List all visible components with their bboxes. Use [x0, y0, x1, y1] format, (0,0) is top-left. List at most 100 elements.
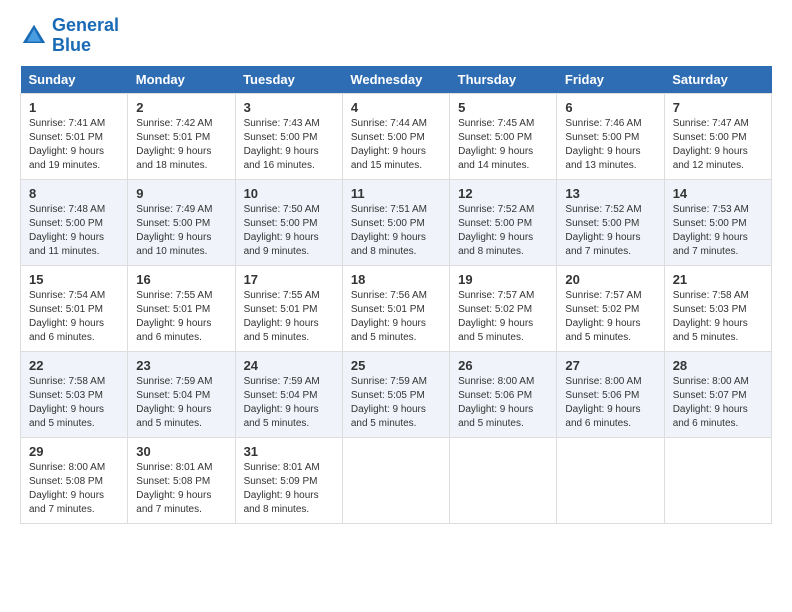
cell-info: Sunrise: 7:48 AMSunset: 5:00 PMDaylight:…	[29, 203, 119, 259]
cell-info: Sunrise: 7:45 AMSunset: 5:00 PMDaylight:…	[458, 117, 548, 173]
calendar-cell: 14 Sunrise: 7:53 AMSunset: 5:00 PMDayligh…	[664, 179, 771, 265]
calendar-week-row: 22 Sunrise: 7:58 AMSunset: 5:03 PMDayligh…	[21, 351, 772, 437]
day-number: 17	[244, 272, 334, 287]
day-number: 24	[244, 358, 334, 373]
calendar-cell: 11 Sunrise: 7:51 AMSunset: 5:00 PMDayligh…	[342, 179, 449, 265]
cell-info: Sunrise: 7:47 AMSunset: 5:00 PMDaylight:…	[673, 117, 763, 173]
day-number: 22	[29, 358, 119, 373]
day-number: 11	[351, 186, 441, 201]
cell-info: Sunrise: 7:57 AMSunset: 5:02 PMDaylight:…	[565, 289, 655, 345]
day-number: 16	[136, 272, 226, 287]
cell-info: Sunrise: 7:59 AMSunset: 5:05 PMDaylight:…	[351, 375, 441, 431]
calendar-cell: 16Sunrise: 7:55 AMSunset: 5:01 PMDayligh…	[128, 265, 235, 351]
day-number: 3	[244, 100, 334, 115]
day-number: 6	[565, 100, 655, 115]
cell-info: Sunrise: 7:51 AMSunset: 5:00 PMDaylight:…	[351, 203, 441, 259]
cell-info: Sunrise: 7:55 AMSunset: 5:01 PMDaylight:…	[244, 289, 334, 345]
day-number: 27	[565, 358, 655, 373]
day-number: 15	[29, 272, 119, 287]
cell-info: Sunrise: 8:00 AMSunset: 5:08 PMDaylight:…	[29, 461, 119, 517]
page-header: General Blue	[20, 16, 772, 56]
cell-info: Sunrise: 7:41 AMSunset: 5:01 PMDaylight:…	[29, 117, 119, 173]
header-row: SundayMondayTuesdayWednesdayThursdayFrid…	[21, 66, 772, 94]
day-number: 8	[29, 186, 119, 201]
calendar-cell: 23 Sunrise: 7:59 AMSunset: 5:04 PMDayligh…	[128, 351, 235, 437]
cell-info: Sunrise: 7:49 AMSunset: 5:00 PMDaylight:…	[136, 203, 226, 259]
calendar-week-row: 15 Sunrise: 7:54 AMSunset: 5:01 PMDayligh…	[21, 265, 772, 351]
calendar-week-row: 1 Sunrise: 7:41 AMSunset: 5:01 PMDaylight…	[21, 93, 772, 179]
cell-info: Sunrise: 7:52 AMSunset: 5:00 PMDaylight:…	[565, 203, 655, 259]
calendar-cell	[664, 437, 771, 523]
cell-info: Sunrise: 7:52 AMSunset: 5:00 PMDaylight:…	[458, 203, 548, 259]
cell-info: Sunrise: 7:57 AMSunset: 5:02 PMDaylight:…	[458, 289, 548, 345]
calendar-cell: 15 Sunrise: 7:54 AMSunset: 5:01 PMDayligh…	[21, 265, 128, 351]
calendar-cell	[450, 437, 557, 523]
day-number: 1	[29, 100, 119, 115]
calendar-cell: 30Sunrise: 8:01 AMSunset: 5:08 PMDayligh…	[128, 437, 235, 523]
day-number: 2	[136, 100, 226, 115]
cell-info: Sunrise: 7:46 AMSunset: 5:00 PMDaylight:…	[565, 117, 655, 173]
calendar-cell: 31Sunrise: 8:01 AMSunset: 5:09 PMDayligh…	[235, 437, 342, 523]
calendar-cell: 29 Sunrise: 8:00 AMSunset: 5:08 PMDayligh…	[21, 437, 128, 523]
calendar-week-row: 8 Sunrise: 7:48 AMSunset: 5:00 PMDaylight…	[21, 179, 772, 265]
day-number: 23	[136, 358, 226, 373]
calendar-cell: 13 Sunrise: 7:52 AMSunset: 5:00 PMDayligh…	[557, 179, 664, 265]
cell-info: Sunrise: 7:43 AMSunset: 5:00 PMDaylight:…	[244, 117, 334, 173]
day-of-week-header: Wednesday	[342, 66, 449, 94]
day-number: 4	[351, 100, 441, 115]
cell-info: Sunrise: 7:53 AMSunset: 5:00 PMDaylight:…	[673, 203, 763, 259]
calendar-cell: 7 Sunrise: 7:47 AMSunset: 5:00 PMDaylight…	[664, 93, 771, 179]
calendar-cell: 28 Sunrise: 8:00 AMSunset: 5:07 PMDayligh…	[664, 351, 771, 437]
calendar-cell: 17 Sunrise: 7:55 AMSunset: 5:01 PMDayligh…	[235, 265, 342, 351]
day-of-week-header: Monday	[128, 66, 235, 94]
calendar-cell: 1 Sunrise: 7:41 AMSunset: 5:01 PMDaylight…	[21, 93, 128, 179]
cell-info: Sunrise: 7:50 AMSunset: 5:00 PMDaylight:…	[244, 203, 334, 259]
calendar-cell: 26Sunrise: 8:00 AMSunset: 5:06 PMDayligh…	[450, 351, 557, 437]
cell-info: Sunrise: 7:42 AMSunset: 5:01 PMDaylight:…	[136, 117, 226, 173]
cell-info: Sunrise: 7:44 AMSunset: 5:00 PMDaylight:…	[351, 117, 441, 173]
calendar-cell: 10 Sunrise: 7:50 AMSunset: 5:00 PMDayligh…	[235, 179, 342, 265]
cell-info: Sunrise: 7:56 AMSunset: 5:01 PMDaylight:…	[351, 289, 441, 345]
day-number: 9	[136, 186, 226, 201]
day-of-week-header: Thursday	[450, 66, 557, 94]
day-number: 25	[351, 358, 441, 373]
calendar-cell: 25 Sunrise: 7:59 AMSunset: 5:05 PMDayligh…	[342, 351, 449, 437]
calendar-cell: 21 Sunrise: 7:58 AMSunset: 5:03 PMDayligh…	[664, 265, 771, 351]
calendar-cell: 22 Sunrise: 7:58 AMSunset: 5:03 PMDayligh…	[21, 351, 128, 437]
calendar-cell: 24Sunrise: 7:59 AMSunset: 5:04 PMDayligh…	[235, 351, 342, 437]
day-number: 19	[458, 272, 548, 287]
day-number: 20	[565, 272, 655, 287]
cell-info: Sunrise: 7:58 AMSunset: 5:03 PMDaylight:…	[673, 289, 763, 345]
cell-info: Sunrise: 7:59 AMSunset: 5:04 PMDaylight:…	[136, 375, 226, 431]
cell-info: Sunrise: 7:58 AMSunset: 5:03 PMDaylight:…	[29, 375, 119, 431]
cell-info: Sunrise: 8:00 AMSunset: 5:07 PMDaylight:…	[673, 375, 763, 431]
day-number: 21	[673, 272, 763, 287]
day-number: 31	[244, 444, 334, 459]
calendar-header: SundayMondayTuesdayWednesdayThursdayFrid…	[21, 66, 772, 94]
day-number: 14	[673, 186, 763, 201]
logo-text: General Blue	[52, 16, 119, 56]
calendar-table: SundayMondayTuesdayWednesdayThursdayFrid…	[20, 66, 772, 524]
cell-info: Sunrise: 7:54 AMSunset: 5:01 PMDaylight:…	[29, 289, 119, 345]
calendar-cell: 4 Sunrise: 7:44 AMSunset: 5:00 PMDaylight…	[342, 93, 449, 179]
day-number: 26	[458, 358, 548, 373]
day-number: 28	[673, 358, 763, 373]
day-number: 18	[351, 272, 441, 287]
day-number: 7	[673, 100, 763, 115]
day-of-week-header: Friday	[557, 66, 664, 94]
calendar-cell: 18 Sunrise: 7:56 AMSunset: 5:01 PMDayligh…	[342, 265, 449, 351]
calendar-cell: 3 Sunrise: 7:43 AMSunset: 5:00 PMDaylight…	[235, 93, 342, 179]
day-number: 5	[458, 100, 548, 115]
logo-icon	[20, 22, 48, 50]
cell-info: Sunrise: 8:00 AMSunset: 5:06 PMDaylight:…	[565, 375, 655, 431]
day-number: 29	[29, 444, 119, 459]
logo: General Blue	[20, 16, 119, 56]
calendar-week-row: 29 Sunrise: 8:00 AMSunset: 5:08 PMDayligh…	[21, 437, 772, 523]
calendar-cell: 9 Sunrise: 7:49 AMSunset: 5:00 PMDaylight…	[128, 179, 235, 265]
day-number: 13	[565, 186, 655, 201]
calendar-cell: 6 Sunrise: 7:46 AMSunset: 5:00 PMDaylight…	[557, 93, 664, 179]
calendar-cell	[342, 437, 449, 523]
day-number: 10	[244, 186, 334, 201]
cell-info: Sunrise: 8:01 AMSunset: 5:08 PMDaylight:…	[136, 461, 226, 517]
day-of-week-header: Sunday	[21, 66, 128, 94]
